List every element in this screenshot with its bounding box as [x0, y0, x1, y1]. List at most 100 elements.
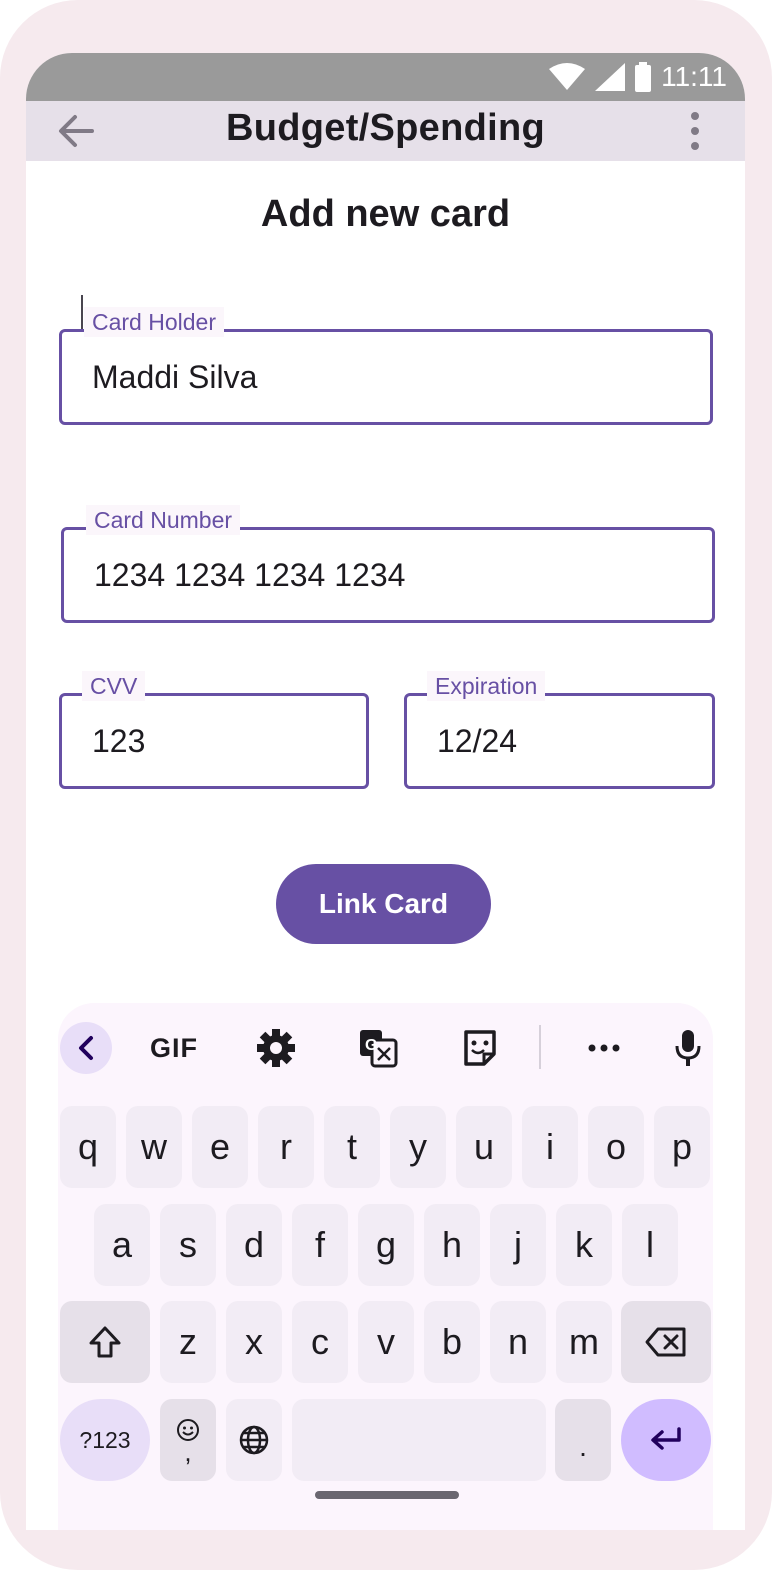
key-m[interactable]: m	[556, 1301, 612, 1383]
key-q[interactable]: q	[60, 1106, 116, 1188]
text-cursor	[81, 295, 83, 331]
wifi-icon	[549, 63, 586, 90]
symbols-key[interactable]: ?123	[60, 1399, 150, 1481]
sticker-button[interactable]	[458, 1022, 502, 1074]
enter-icon	[651, 1427, 681, 1450]
toolbar-divider	[539, 1025, 541, 1069]
translate-button[interactable]: G	[356, 1022, 400, 1074]
key-b[interactable]: b	[424, 1301, 480, 1383]
expiration-input[interactable]: 12/24	[437, 696, 681, 786]
key-label: q	[77, 1126, 99, 1167]
gesture-nav-handle[interactable]	[315, 1491, 459, 1499]
card-number-field[interactable]: Card Number 1234 1234 1234 1234	[61, 505, 715, 623]
enter-key[interactable]	[621, 1399, 711, 1481]
key-label: e	[209, 1126, 231, 1167]
key-label: s	[179, 1224, 197, 1265]
cvv-input[interactable]: 123	[92, 696, 335, 786]
key-label: t	[346, 1126, 357, 1167]
key-label: g	[375, 1224, 397, 1265]
key-label: o	[605, 1126, 627, 1167]
key-label: h	[441, 1224, 463, 1265]
svg-text:G: G	[365, 1037, 377, 1054]
device-frame: 11:11 Budget/Spending Add new card Card …	[0, 0, 772, 1570]
key-y[interactable]: y	[390, 1106, 446, 1188]
backspace-key[interactable]	[621, 1301, 711, 1383]
backspace-icon	[645, 1327, 686, 1357]
key-label: b	[441, 1321, 463, 1362]
status-bar: 11:11	[26, 53, 745, 101]
key-label: c	[311, 1321, 329, 1362]
key-p[interactable]: p	[654, 1106, 710, 1188]
key-label: u	[473, 1126, 495, 1167]
gif-button[interactable]: GIF	[144, 1022, 204, 1074]
key-s[interactable]: s	[160, 1204, 216, 1286]
card-number-input[interactable]: 1234 1234 1234 1234	[94, 530, 612, 620]
cvv-field[interactable]: CVV 123	[59, 671, 369, 789]
battery-icon	[635, 62, 652, 92]
key-l[interactable]: l	[622, 1204, 678, 1286]
more-keyboard-options-button[interactable]	[582, 1022, 626, 1074]
key-d[interactable]: d	[226, 1204, 282, 1286]
key-label: k	[575, 1224, 593, 1265]
key-j[interactable]: j	[490, 1204, 546, 1286]
key-label: j	[514, 1224, 522, 1265]
key-w[interactable]: w	[126, 1106, 182, 1188]
key-x[interactable]: x	[226, 1301, 282, 1383]
shift-key[interactable]	[60, 1301, 150, 1383]
key-h[interactable]: h	[424, 1204, 480, 1286]
gif-label: GIF	[150, 1032, 198, 1063]
voice-input-button[interactable]	[670, 1022, 706, 1074]
card-holder-field[interactable]: Card Holder Maddi Silva	[59, 307, 713, 425]
key-label: r	[280, 1126, 292, 1167]
expiration-field[interactable]: Expiration 12/24	[404, 671, 715, 789]
screen: 11:11 Budget/Spending Add new card Card …	[26, 53, 745, 1530]
keyboard-settings-button[interactable]	[254, 1022, 298, 1074]
microphone-icon	[675, 1030, 701, 1066]
chevron-left-icon	[79, 1036, 93, 1060]
translate-icon: G	[360, 1030, 398, 1068]
gear-icon	[257, 1029, 295, 1067]
key-r[interactable]: r	[258, 1106, 314, 1188]
key-z[interactable]: z	[160, 1301, 216, 1383]
key-label: f	[314, 1224, 325, 1265]
key-k[interactable]: k	[556, 1204, 612, 1286]
period-label: .	[579, 1431, 587, 1462]
key-u[interactable]: u	[456, 1106, 512, 1188]
key-o[interactable]: o	[588, 1106, 644, 1188]
status-icons: 11:11	[549, 61, 727, 93]
period-key[interactable]: .	[555, 1399, 611, 1481]
key-label: x	[245, 1321, 263, 1362]
key-v[interactable]: v	[358, 1301, 414, 1383]
keyboard-collapse-button[interactable]	[60, 1022, 112, 1074]
key-label: i	[546, 1126, 554, 1167]
globe-icon	[239, 1425, 269, 1455]
language-key[interactable]	[226, 1399, 282, 1481]
key-label: w	[141, 1126, 167, 1167]
more-vert-icon	[691, 112, 699, 150]
key-g[interactable]: g	[358, 1204, 414, 1286]
key-label: p	[671, 1126, 693, 1167]
comma-label: ,	[184, 1437, 192, 1467]
key-label: a	[111, 1224, 133, 1265]
more-horiz-icon	[588, 1044, 620, 1052]
key-label: d	[243, 1224, 265, 1265]
link-card-button[interactable]: Link Card	[276, 864, 491, 944]
key-i[interactable]: i	[522, 1106, 578, 1188]
key-label: z	[179, 1321, 197, 1362]
key-c[interactable]: c	[292, 1301, 348, 1383]
status-time: 11:11	[661, 61, 727, 92]
key-n[interactable]: n	[490, 1301, 546, 1383]
space-key[interactable]	[292, 1399, 546, 1481]
key-a[interactable]: a	[94, 1204, 150, 1286]
key-e[interactable]: e	[192, 1106, 248, 1188]
emoji-comma-key[interactable]: ,	[160, 1399, 216, 1481]
key-label: m	[569, 1321, 599, 1362]
app-bar: Budget/Spending	[26, 101, 745, 161]
key-t[interactable]: t	[324, 1106, 380, 1188]
key-label: v	[377, 1321, 395, 1362]
key-f[interactable]: f	[292, 1204, 348, 1286]
more-options-button[interactable]	[685, 111, 705, 151]
key-label: y	[409, 1126, 427, 1167]
keyboard-toolbar: GIF G	[58, 1003, 713, 1093]
card-holder-input[interactable]: Maddi Silva	[92, 332, 610, 422]
